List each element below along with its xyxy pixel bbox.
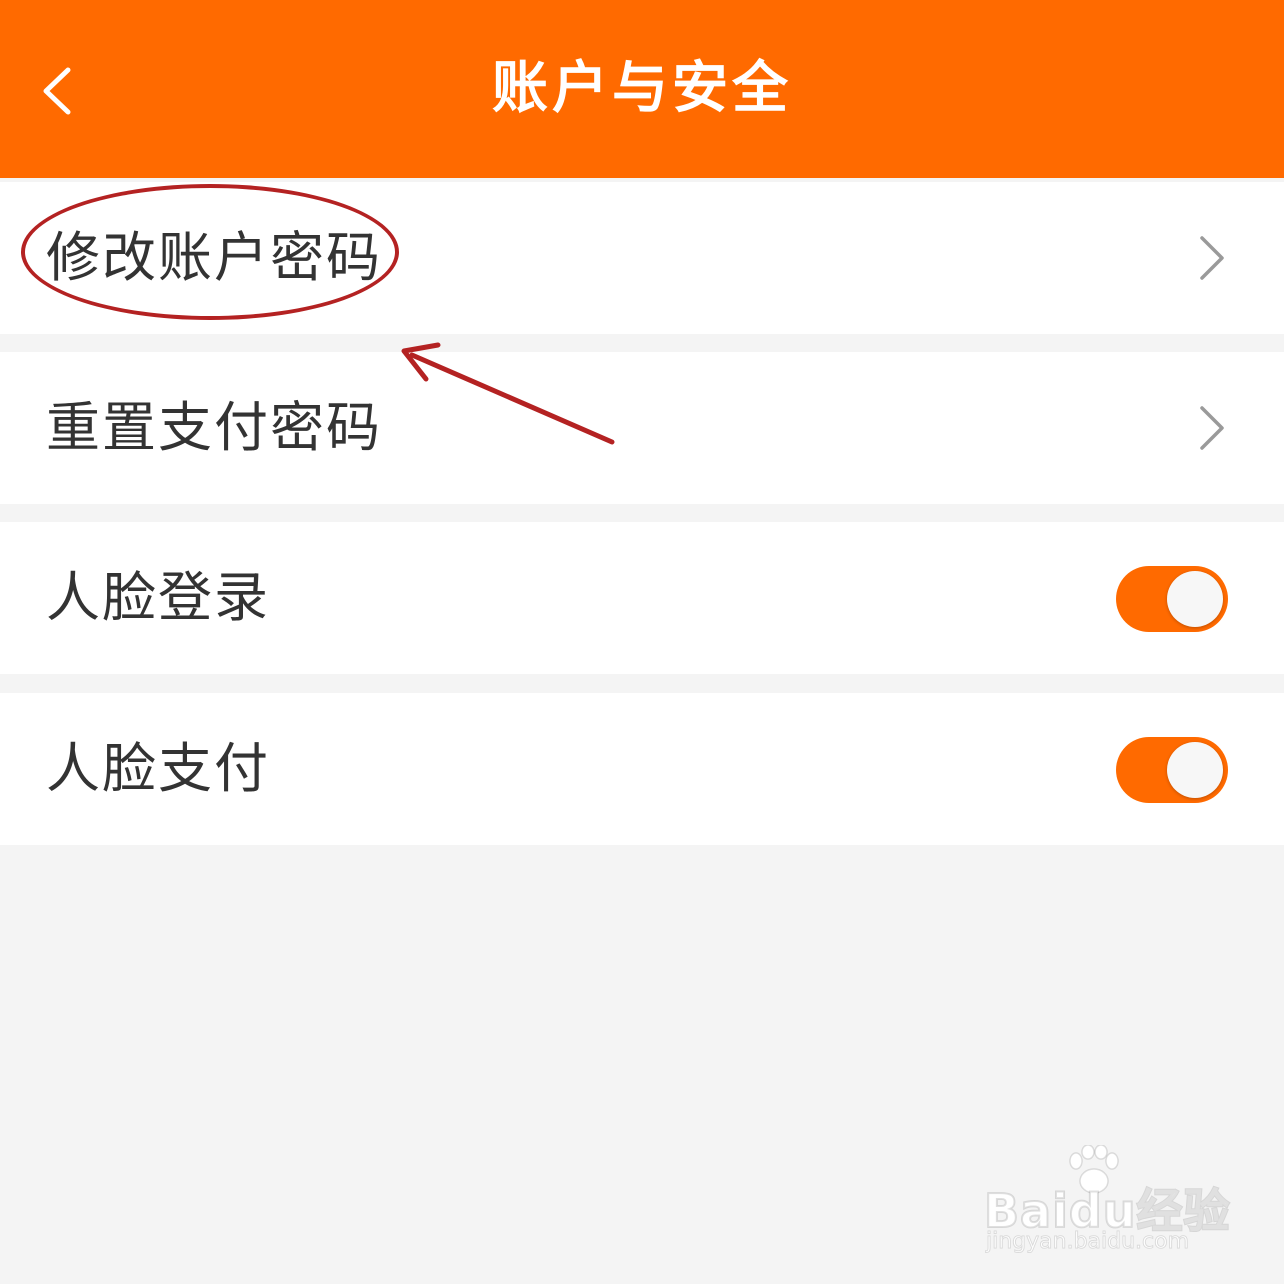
face-payment-toggle[interactable] — [1116, 737, 1228, 803]
page-title: 账户与安全 — [492, 56, 792, 121]
face-login-toggle[interactable] — [1116, 566, 1228, 632]
annotation-highlight-ellipse — [21, 184, 399, 320]
watermark-url: jingyan.baidu.com — [985, 1229, 1190, 1255]
chevron-right-icon — [1200, 406, 1224, 450]
settings-row-label: 人脸登录 — [46, 566, 270, 629]
chevron-right-icon — [1200, 236, 1224, 280]
settings-row-reset-payment-password[interactable]: 重置支付密码 — [0, 352, 1284, 504]
settings-row-face-payment: 人脸支付 — [0, 693, 1284, 845]
watermark: Baidu经验 jingyan.baidu.com — [983, 1145, 1231, 1265]
settings-row-face-login: 人脸登录 — [0, 522, 1284, 674]
settings-row-label: 重置支付密码 — [46, 396, 382, 459]
toggle-knob — [1167, 742, 1223, 798]
toggle-knob — [1167, 571, 1223, 627]
annotation-arrow — [401, 342, 615, 445]
settings-row-label: 人脸支付 — [46, 737, 270, 800]
top-app-bar: 账户与安全 — [0, 0, 1284, 178]
